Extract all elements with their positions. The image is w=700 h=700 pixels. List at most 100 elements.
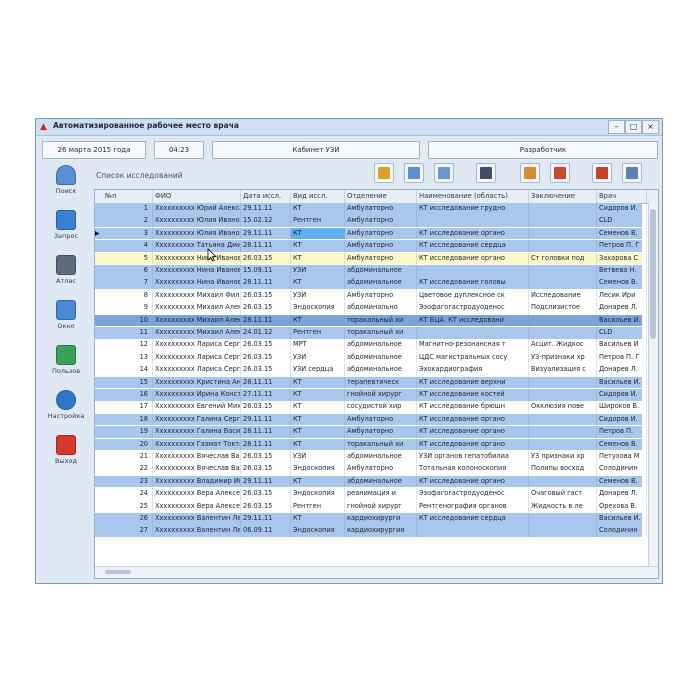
- column-header[interactable]: Отделение: [345, 190, 417, 203]
- table-row[interactable]: 2Хххххххххх Юлия Ивановна15.02.12Рентген…: [95, 215, 647, 227]
- query-icon: [56, 210, 76, 230]
- toolbar-button-edit-document[interactable]: [520, 163, 540, 183]
- table-row[interactable]: 21Хххххххххх Вячеслав Васил26.03.15УЗИаб…: [95, 451, 647, 463]
- cell-date: 26.03.15: [241, 401, 291, 413]
- cell-name: Эзофагогастродуоденос: [417, 488, 529, 500]
- vertical-scroll-thumb[interactable]: [650, 209, 656, 339]
- cell-dept: абдоминальное: [345, 364, 417, 376]
- cell-date: 26.03.15: [241, 289, 291, 302]
- cell-fio: Хххххххххх Лариса Сергеев: [153, 339, 241, 351]
- cell-num: 10: [95, 314, 153, 327]
- toolbar-button-print[interactable]: [592, 163, 612, 183]
- toolbar-button-monitor[interactable]: [476, 163, 496, 183]
- vertical-scrollbar[interactable]: [648, 203, 658, 568]
- table-row[interactable]: 12Хххххххххх Лариса Сергеев26.03.15МРТаб…: [95, 339, 647, 351]
- horizontal-scrollbar[interactable]: [95, 566, 658, 578]
- cell-num: 22: [95, 463, 153, 475]
- cell-dept: торакальный хи: [345, 438, 417, 451]
- minimize-button[interactable]: –: [608, 120, 625, 134]
- table-row[interactable]: 8Хххххххххх Михаил Филиппо26.03.15УЗИАмб…: [95, 289, 647, 302]
- table-row[interactable]: 20Хххххххххх Газмат Токтаров28.11.11КТто…: [95, 438, 647, 451]
- table-row[interactable]: 18Хххххххххх Галина Сергеев29.11.11КТАмб…: [95, 413, 647, 426]
- cell-doctor: Васильев И: [597, 339, 647, 351]
- cell-date: 26.03.15: [241, 364, 291, 376]
- column-header[interactable]: №п: [95, 190, 153, 203]
- table-row[interactable]: 17Хххххххххх Евгений Михайл26.03.15КТсос…: [95, 401, 647, 413]
- cell-kind: КТ: [291, 376, 345, 389]
- toolbar-button-document[interactable]: [434, 163, 454, 183]
- sidebar-item-label: Атлас: [56, 277, 76, 285]
- sidebar-item-1[interactable]: Запрос: [42, 208, 90, 248]
- toolbar-button-pencil[interactable]: [622, 163, 642, 183]
- cell-doctor: Ветвева Н.: [597, 265, 647, 277]
- table-row[interactable]: 11Хххххххххх Михаил Алексан24.01.12Рентг…: [95, 327, 647, 339]
- toolbar-button-table[interactable]: [404, 163, 424, 183]
- sidebar-item-3[interactable]: Окно: [42, 298, 90, 338]
- column-header[interactable]: Дата иссл.: [241, 190, 291, 203]
- table-row[interactable]: 6 Хххххххххх Нина Ивановна 15.09.11 УЗИ абдо…: [95, 265, 647, 277]
- table-row[interactable]: 7 Хххххххххх Нина Ивановна 28.11.11 КТ абдом…: [95, 277, 647, 289]
- column-header[interactable]: Вид иссл.: [291, 190, 345, 203]
- cell-kind: КТ: [291, 438, 345, 451]
- table-row[interactable]: 23Хххххххххх Владимир Иванов29.11.11КТаб…: [95, 475, 647, 488]
- cell-num: 27: [95, 525, 153, 537]
- column-header[interactable]: ФИО: [153, 190, 241, 203]
- cell-concl: Асцит. Жидкос: [529, 339, 597, 351]
- cell-fio: Хххххххххх Галина Сергеев: [153, 413, 241, 426]
- cell-kind: КТ: [291, 227, 345, 240]
- cell-kind: УЗИ сердца: [291, 364, 345, 376]
- table-row[interactable]: 25Хххххххххх Вера Алексеевн26.03.15Рентг…: [95, 500, 647, 513]
- table-row[interactable]: 27Хххххххххх Валентин Леони06.09.11Эндос…: [95, 525, 647, 537]
- cell-fio: Хххххххххх Татьяна Дмитри: [153, 240, 241, 252]
- maximize-button[interactable]: □: [625, 120, 642, 134]
- table-row[interactable]: 9Хххххххххх Михаил Алексан26.03.15Эндоск…: [95, 302, 647, 314]
- user-display[interactable]: Разработчик: [428, 141, 658, 159]
- edit-document-icon: [524, 167, 536, 179]
- table-row[interactable]: ▶3Хххххххххх Юлия Ивановна29.11.11КТАмбу…: [95, 227, 647, 240]
- toolbar-button-tasks[interactable]: [550, 163, 570, 183]
- cell-kind: КТ: [291, 401, 345, 413]
- users-icon: [56, 345, 76, 365]
- cell-name: КТ исследование сердца: [417, 240, 529, 252]
- table-row[interactable]: 22Хххххххххх Вячеслав Васил26.03.15Эндос…: [95, 463, 647, 475]
- cell-date: 26.03.15: [241, 451, 291, 463]
- cabinet-display[interactable]: Кабинет УЗИ: [212, 141, 420, 159]
- cell-fio: Хххххххххх Нина Ивановна: [153, 252, 241, 265]
- cell-concl: [529, 376, 597, 389]
- sidebar-item-4[interactable]: Пользов: [42, 343, 90, 383]
- monitor-icon: [480, 167, 492, 179]
- toolbar-button-chart[interactable]: [374, 163, 394, 183]
- sidebar-item-6[interactable]: Выход: [42, 433, 90, 473]
- column-header[interactable]: Наименование (область): [417, 190, 529, 203]
- cell-concl: [529, 513, 597, 525]
- cell-num: 7: [95, 277, 153, 289]
- table-row[interactable]: 15Хххххххххх Кристина Андре28.11.11КТтер…: [95, 376, 647, 389]
- table-row[interactable]: 10Хххххххххх Михаил Алексан28.11.11КТтор…: [95, 314, 647, 327]
- cell-kind: КТ: [291, 277, 345, 289]
- column-header[interactable]: Заключение: [529, 190, 597, 203]
- table-row[interactable]: 13Хххххххххх Лариса Сергеев26.03.15УЗИаб…: [95, 351, 647, 364]
- table-row[interactable]: 5 Хххххххххх Нина Ивановна 26.03.15 КТ Амбул…: [95, 252, 647, 265]
- sidebar-item-0[interactable]: Поиск: [42, 163, 90, 203]
- table-row[interactable]: 26Хххххххххх Валентин Леони29.11.11КТкар…: [95, 513, 647, 525]
- table-row[interactable]: 24Хххххххххх Вера Алексеевн26.03.15Эндос…: [95, 488, 647, 500]
- table-row[interactable]: 14Хххххххххх Лариса Сергеев26.03.15УЗИ с…: [95, 364, 647, 376]
- cell-fio: Хххххххххх Михаил Алексан: [153, 327, 241, 339]
- table-row[interactable]: 19Хххххххххх Галина Васильев28.11.11КТАм…: [95, 426, 647, 438]
- table-row[interactable]: 16Хххххххххх Ирина Констант27.11.11КТгно…: [95, 389, 647, 401]
- cell-kind: УЗИ: [291, 289, 345, 302]
- column-header[interactable]: Врач: [597, 190, 647, 203]
- table-row[interactable]: 1Хххххххххх Юрий Александр29.11.11КТАмбу…: [95, 203, 647, 215]
- app-window: ▲ Автоматизированное рабочее место врача…: [35, 118, 663, 584]
- cell-name: Эхокардиография: [417, 364, 529, 376]
- cell-doctor: CLD: [597, 215, 647, 227]
- sidebar-item-2[interactable]: Атлас: [42, 253, 90, 293]
- cell-date: 29.11.11: [241, 203, 291, 215]
- horizontal-scroll-thumb[interactable]: [105, 570, 131, 574]
- print-icon: [596, 167, 608, 179]
- cell-name: Тотальная колоноскопия: [417, 463, 529, 475]
- close-button[interactable]: ×: [642, 120, 659, 134]
- table-row[interactable]: 4Хххххххххх Татьяна Дмитри28.11.11КТАмбу…: [95, 240, 647, 252]
- atlas-icon: [56, 255, 76, 275]
- sidebar-item-5[interactable]: Настройка: [42, 388, 90, 428]
